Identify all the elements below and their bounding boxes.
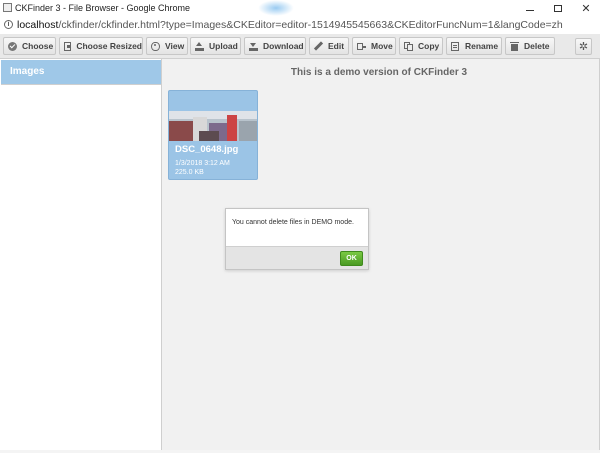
trash-icon bbox=[510, 41, 519, 51]
copy-label: Copy bbox=[418, 41, 440, 51]
minimize-button[interactable] bbox=[516, 0, 544, 16]
alert-dialog: You cannot delete files in DEMO mode. OK bbox=[225, 208, 369, 270]
window-titlebar: CKFinder 3 - File Browser - Google Chrom… bbox=[0, 0, 600, 16]
upload-icon bbox=[195, 41, 204, 51]
view-label: View bbox=[165, 41, 185, 51]
app-icon bbox=[3, 3, 12, 12]
file-date: 1/3/2018 3:12 AM bbox=[175, 160, 230, 167]
move-label: Move bbox=[371, 41, 393, 51]
upload-button[interactable]: Upload bbox=[190, 37, 241, 55]
dialog-message: You cannot delete files in DEMO mode. bbox=[232, 219, 354, 226]
url-path: /ckfinder/ckfinder.html?type=Images&CKEd… bbox=[58, 19, 563, 31]
file-thumbnail bbox=[169, 111, 257, 141]
download-icon bbox=[249, 42, 258, 51]
dialog-footer: OK bbox=[226, 246, 368, 269]
maximize-icon bbox=[554, 4, 562, 12]
maximize-button[interactable] bbox=[544, 0, 572, 16]
close-icon: ✕ bbox=[581, 2, 591, 15]
minimize-icon bbox=[526, 9, 534, 11]
download-button[interactable]: Download bbox=[244, 37, 306, 55]
upload-label: Upload bbox=[209, 41, 238, 51]
eye-icon bbox=[151, 42, 160, 51]
choose-label: Choose bbox=[22, 41, 54, 51]
copy-button[interactable]: Copy bbox=[399, 37, 443, 55]
copy-icon bbox=[404, 41, 413, 51]
info-icon[interactable]: i bbox=[4, 20, 13, 29]
file-item[interactable]: DSC_0648.jpg 1/3/2018 3:12 AM 225.0 KB bbox=[168, 90, 258, 180]
thumbnail-image bbox=[169, 111, 257, 141]
choose-button[interactable]: Choose bbox=[3, 37, 56, 55]
check-circle-icon bbox=[8, 41, 17, 51]
download-label: Download bbox=[263, 41, 304, 51]
edit-label: Edit bbox=[328, 41, 345, 51]
gear-icon: ✲ bbox=[578, 41, 589, 53]
toolbar: Choose Choose Resized View Upload Downlo… bbox=[0, 34, 600, 59]
rename-icon bbox=[451, 41, 460, 51]
url-text[interactable]: localhost/ckfinder/ckfinder.html?type=Im… bbox=[17, 19, 563, 31]
url-host: localhost bbox=[17, 19, 59, 31]
move-button[interactable]: Move bbox=[352, 37, 396, 55]
delete-label: Delete bbox=[524, 41, 550, 51]
window-controls: ✕ bbox=[516, 0, 600, 16]
resize-icon bbox=[64, 41, 72, 51]
folder-sidebar: Images bbox=[0, 59, 162, 453]
settings-button[interactable]: ✲ bbox=[575, 38, 592, 55]
rename-button[interactable]: Rename bbox=[446, 37, 502, 55]
window-title: CKFinder 3 - File Browser - Google Chrom… bbox=[15, 3, 191, 13]
delete-button[interactable]: Delete bbox=[505, 37, 555, 55]
sidebar-item-images[interactable]: Images bbox=[1, 60, 161, 85]
file-size: 225.0 KB bbox=[175, 169, 204, 176]
file-name: DSC_0648.jpg bbox=[175, 144, 239, 155]
ok-button[interactable]: OK bbox=[340, 251, 363, 266]
file-meta: 1/3/2018 3:12 AM 225.0 KB bbox=[175, 159, 230, 177]
choose-resized-button[interactable]: Choose Resized bbox=[59, 37, 143, 55]
demo-notice: This is a demo version of CKFinder 3 bbox=[290, 67, 468, 78]
move-icon bbox=[357, 42, 366, 51]
choose-resized-label: Choose Resized bbox=[76, 41, 142, 51]
pencil-icon bbox=[314, 42, 323, 51]
titlebar-glow bbox=[258, 0, 294, 16]
close-button[interactable]: ✕ bbox=[572, 0, 600, 16]
file-pane: This is a demo version of CKFinder 3 DSC… bbox=[162, 59, 600, 453]
address-bar[interactable]: i localhost/ckfinder/ckfinder.html?type=… bbox=[0, 16, 600, 35]
rename-label: Rename bbox=[465, 41, 499, 51]
view-button[interactable]: View bbox=[146, 37, 188, 55]
edit-button[interactable]: Edit bbox=[309, 37, 349, 55]
